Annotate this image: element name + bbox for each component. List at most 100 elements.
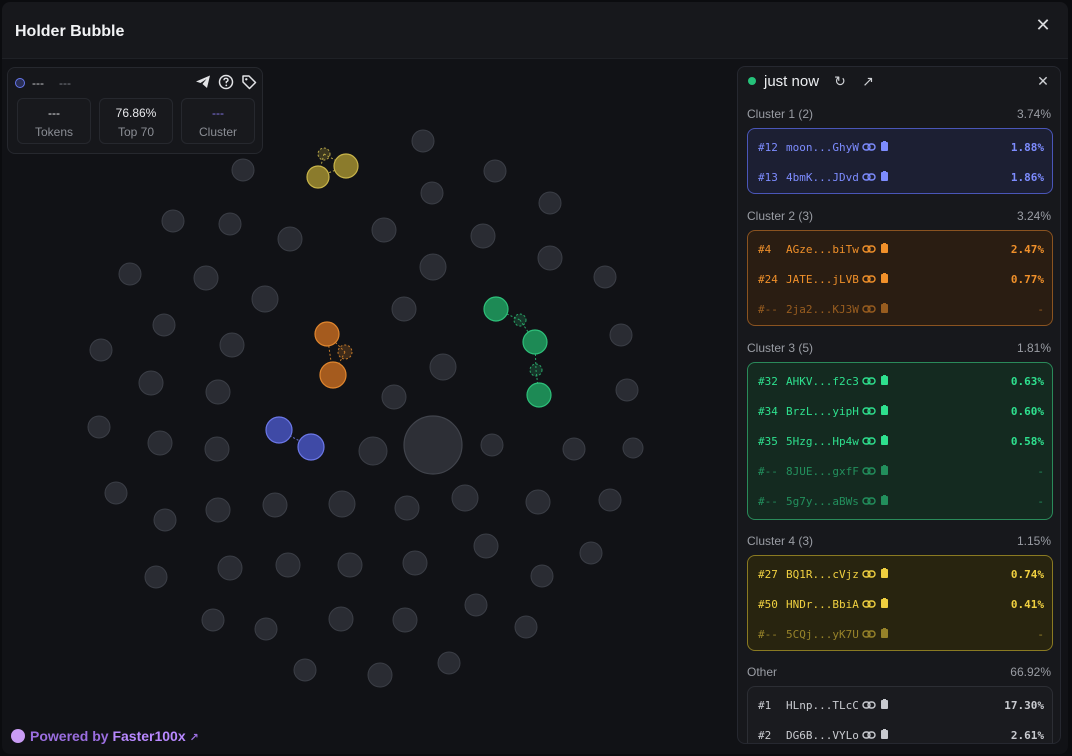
help-icon[interactable]	[218, 74, 234, 90]
holder-bubble[interactable]	[87, 415, 111, 439]
holder-row[interactable]: #32 AHKV...f2c3 0.63%	[758, 374, 1044, 390]
refresh-icon[interactable]: ↻	[832, 73, 848, 89]
holder-bubble[interactable]	[530, 564, 554, 588]
holder-address[interactable]: BrzL...yipH	[786, 405, 859, 418]
holder-bubble[interactable]	[251, 285, 279, 313]
holder-bubble[interactable]	[367, 662, 393, 688]
holder-row[interactable]: #-- 5g7y...aBWs -	[758, 494, 1044, 510]
link-copy-icons[interactable]	[862, 374, 892, 391]
holder-address[interactable]: JATE...jLVB	[786, 273, 859, 286]
holder-address[interactable]: DG6B...VYLo	[786, 729, 859, 742]
holder-address[interactable]: HNDr...BbiA	[786, 598, 859, 611]
holder-bubble[interactable]	[470, 223, 496, 249]
telegram-icon[interactable]	[195, 74, 211, 90]
holder-row[interactable]: #4 AGze...biTw 2.47%	[758, 242, 1044, 258]
link-copy-icons[interactable]	[862, 698, 892, 715]
holder-bubble[interactable]	[254, 617, 278, 641]
holder-bubble[interactable]	[217, 555, 243, 581]
holder-address[interactable]: HLnp...TLcC	[786, 699, 859, 712]
holder-bubble[interactable]	[138, 370, 164, 396]
holder-address[interactable]: 2ja2...KJ3W	[786, 303, 859, 316]
close-icon[interactable]: ✕	[1032, 14, 1054, 36]
holder-bubble[interactable]	[615, 378, 639, 402]
holder-address[interactable]: AGze...biTw	[786, 243, 859, 256]
holder-bubble[interactable]	[205, 497, 231, 523]
holder-bubble[interactable]	[144, 565, 168, 589]
holder-bubble[interactable]	[293, 658, 317, 682]
holder-row[interactable]: #27 BQ1R...cVjz 0.74%	[758, 567, 1044, 583]
link-copy-icons[interactable]	[862, 170, 892, 187]
holder-bubble[interactable]	[480, 433, 504, 457]
cluster-bubble[interactable]	[306, 165, 330, 189]
link-copy-icons[interactable]	[862, 272, 892, 289]
bubble-map[interactable]	[2, 60, 737, 754]
holder-bubble[interactable]	[153, 508, 177, 532]
holder-address[interactable]: 5g7y...aBWs	[786, 495, 859, 508]
holder-bubble[interactable]	[392, 607, 418, 633]
link-copy-icons[interactable]	[862, 567, 892, 584]
holder-bubble[interactable]	[437, 651, 461, 675]
link-copy-icons[interactable]	[862, 597, 892, 614]
holder-bubble[interactable]	[598, 488, 622, 512]
holder-bubble[interactable]	[420, 181, 444, 205]
link-copy-icons[interactable]	[862, 627, 892, 644]
holder-address[interactable]: 8JUE...gxfF	[786, 465, 859, 478]
holder-bubble[interactable]	[525, 489, 551, 515]
cluster-bubble[interactable]	[333, 153, 359, 179]
cluster-bubble[interactable]	[319, 361, 347, 389]
holder-bubble[interactable]	[473, 533, 499, 559]
holder-bubble[interactable]	[219, 332, 245, 358]
holder-bubble[interactable]	[118, 262, 142, 286]
holder-bubble[interactable]	[193, 265, 219, 291]
holder-row[interactable]: #1 HLnp...TLcC 17.30%	[758, 698, 1044, 714]
link-copy-icons[interactable]	[862, 464, 892, 481]
cluster-bubble[interactable]	[526, 382, 552, 408]
link-copy-icons[interactable]	[862, 434, 892, 451]
link-copy-icons[interactable]	[862, 494, 892, 511]
holder-bubble[interactable]	[394, 495, 420, 521]
holder-bubble[interactable]	[89, 338, 113, 362]
cluster-bubble[interactable]	[513, 313, 527, 327]
holder-bubble[interactable]	[538, 191, 562, 215]
holder-bubble[interactable]	[161, 209, 185, 233]
link-copy-icons[interactable]	[862, 302, 892, 319]
link-copy-icons[interactable]	[862, 242, 892, 259]
holder-bubble[interactable]	[231, 158, 255, 182]
holder-bubble[interactable]	[275, 552, 301, 578]
holder-bubble[interactable]	[152, 313, 176, 337]
holder-row[interactable]: #-- 2ja2...KJ3W -	[758, 302, 1044, 318]
holder-bubble[interactable]	[205, 379, 231, 405]
holder-bubble[interactable]	[609, 323, 633, 347]
holder-bubble[interactable]	[381, 384, 407, 410]
holder-row[interactable]: #50 HNDr...BbiA 0.41%	[758, 597, 1044, 613]
powered-by-link[interactable]: Powered by Faster100x ↗	[11, 728, 199, 744]
holder-bubble[interactable]	[579, 541, 603, 565]
holder-row[interactable]: #2 DG6B...VYLo 2.61%	[758, 728, 1044, 743]
link-copy-icons[interactable]	[862, 728, 892, 743]
holder-bubble[interactable]	[403, 415, 463, 475]
holder-bubble[interactable]	[371, 217, 397, 243]
holder-address[interactable]: moon...GhyW	[786, 141, 859, 154]
open-external-icon[interactable]: ↗	[860, 73, 876, 89]
holder-bubble[interactable]	[104, 481, 128, 505]
holder-bubble[interactable]	[514, 615, 538, 639]
holder-address[interactable]: 5Hzg...Hp4w	[786, 435, 859, 448]
holder-bubble[interactable]	[328, 490, 356, 518]
holder-bubble[interactable]	[262, 492, 288, 518]
holder-bubble[interactable]	[277, 226, 303, 252]
cluster-bubble[interactable]	[529, 363, 543, 377]
holder-bubble[interactable]	[201, 608, 225, 632]
holder-bubble[interactable]	[402, 550, 428, 576]
holder-address[interactable]: AHKV...f2c3	[786, 375, 859, 388]
panel-close-icon[interactable]: ✕	[1035, 73, 1051, 89]
holder-bubble[interactable]	[411, 129, 435, 153]
cluster-bubble[interactable]	[314, 321, 340, 347]
holder-bubble[interactable]	[562, 437, 586, 461]
link-copy-icons[interactable]	[862, 404, 892, 421]
cluster-bubble[interactable]	[483, 296, 509, 322]
tag-icon[interactable]	[241, 74, 257, 90]
holder-bubble[interactable]	[218, 212, 242, 236]
holder-bubble[interactable]	[391, 296, 417, 322]
holder-bubble[interactable]	[147, 430, 173, 456]
holder-row[interactable]: #35 5Hzg...Hp4w 0.58%	[758, 434, 1044, 450]
